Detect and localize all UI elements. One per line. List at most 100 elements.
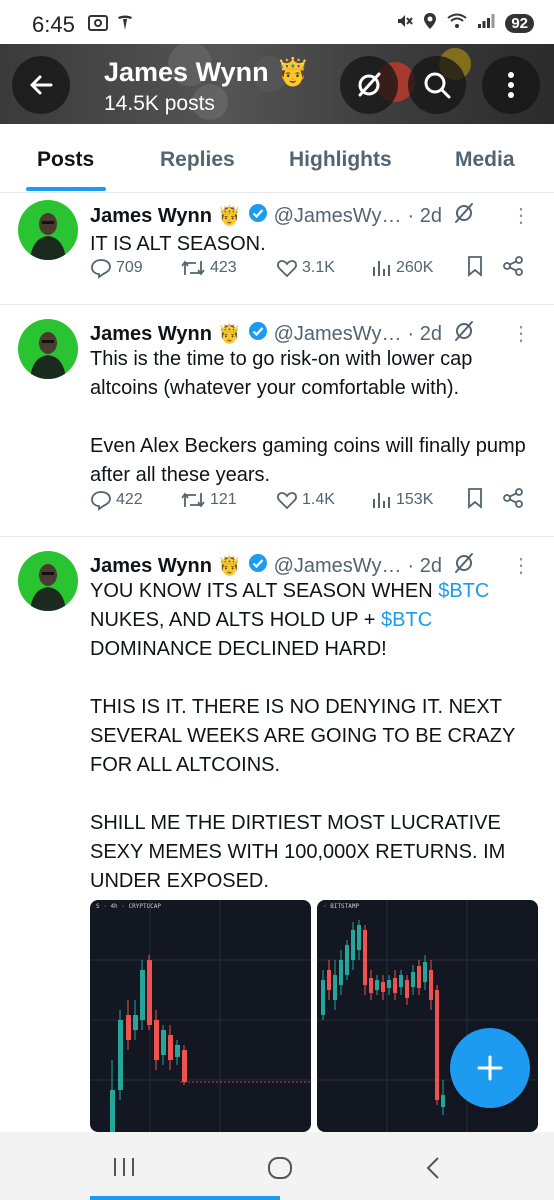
- post-paragraph: YOU KNOW ITS ALT SEASON WHEN $BTC NUKES,…: [90, 577, 528, 664]
- like-count: 3.1K: [302, 259, 335, 276]
- reply-count: 709: [116, 259, 143, 276]
- post-paragraph: IT IS ALT SEASON.: [90, 233, 266, 255]
- post-time: · 2d: [407, 322, 442, 345]
- repost-icon: [181, 492, 205, 508]
- reply-icon: [91, 491, 111, 511]
- avatar[interactable]: [18, 319, 78, 379]
- tab-media[interactable]: Media: [455, 148, 515, 172]
- post-count: 14.5K posts: [104, 92, 215, 115]
- profile-tabs: Posts Replies Highlights Media: [0, 124, 554, 193]
- tab-highlights[interactable]: Highlights: [289, 148, 392, 172]
- like-button[interactable]: 1.4K: [276, 489, 335, 511]
- verified-badge-icon: [248, 321, 268, 347]
- post-handle[interactable]: @JamesWy…: [274, 323, 402, 346]
- text-run: NUKES, AND ALTS HOLD UP +: [90, 609, 382, 631]
- post-paragraph: This is the time to go risk-on with lowe…: [90, 348, 473, 399]
- avatar[interactable]: [18, 551, 78, 611]
- like-count: 1.4K: [302, 491, 335, 508]
- search-button[interactable]: [408, 56, 466, 114]
- crown-emoji-icon: 🤴: [276, 57, 310, 87]
- repost-count: 121: [210, 491, 237, 508]
- post-handle[interactable]: @JamesWy…: [274, 555, 402, 578]
- share-button[interactable]: [502, 487, 524, 514]
- bookmark-button[interactable]: [465, 487, 485, 514]
- post-text: IT IS ALT SEASON.: [90, 230, 530, 259]
- views-button[interactable]: 153K: [370, 489, 433, 511]
- battery-level: 92: [505, 14, 534, 33]
- more-vertical-icon: [508, 72, 514, 98]
- views-button[interactable]: 260K: [370, 257, 433, 279]
- verified-badge-icon: [248, 553, 268, 579]
- recent-apps-button[interactable]: [112, 1156, 136, 1183]
- repost-icon: [181, 260, 205, 276]
- share-icon: [503, 487, 523, 508]
- recent-apps-icon: [114, 1158, 134, 1176]
- home-button[interactable]: [267, 1156, 293, 1185]
- android-nav-bar: [0, 1132, 554, 1200]
- avatar[interactable]: [18, 200, 78, 260]
- share-icon: [503, 255, 523, 276]
- repost-button[interactable]: 423: [180, 257, 237, 279]
- post-author-name[interactable]: James Wynn: [90, 555, 212, 578]
- mute-icon: [395, 12, 414, 35]
- status-time: 6:45: [32, 12, 75, 37]
- views-chart-icon: [373, 261, 390, 276]
- signal-icon: [477, 13, 495, 34]
- screenshot-icon: [88, 14, 108, 37]
- grok-icon[interactable]: [452, 201, 476, 231]
- bookmark-icon: [468, 487, 482, 509]
- post-time: · 2d: [407, 554, 442, 577]
- back-button[interactable]: [12, 56, 70, 114]
- profile-name-text: James Wynn: [104, 57, 269, 87]
- verified-badge-icon: [248, 203, 268, 229]
- view-count: 153K: [396, 491, 434, 508]
- arrow-left-icon: [30, 75, 53, 95]
- post-paragraph: Even Alex Beckers gaming coins will fina…: [90, 435, 526, 486]
- views-chart-icon: [373, 493, 390, 508]
- text-run: YOU KNOW ITS ALT SEASON WHEN: [90, 580, 439, 602]
- post-text: This is the time to go risk-on with lowe…: [90, 345, 530, 490]
- chevron-left-icon: [426, 1157, 439, 1179]
- heart-icon: [277, 260, 297, 278]
- reply-icon: [91, 259, 111, 279]
- grok-button[interactable]: [340, 56, 398, 114]
- text-run: DOMINANCE DECLINED HARD!: [90, 638, 387, 660]
- back-nav-button[interactable]: [425, 1156, 441, 1185]
- post-author-name[interactable]: James Wynn: [90, 205, 212, 228]
- post-time: · 2d: [407, 204, 442, 227]
- more-options-button[interactable]: [482, 56, 540, 114]
- post-menu-icon[interactable]: ⋮: [511, 203, 531, 228]
- location-icon: [423, 12, 437, 35]
- tab-replies[interactable]: Replies: [160, 148, 235, 172]
- crown-emoji-icon: 🤴: [217, 324, 242, 345]
- post-handle[interactable]: @JamesWy…: [274, 205, 402, 228]
- post-menu-icon[interactable]: ⋮: [511, 321, 531, 346]
- post-2[interactable]: James Wynn 🤴 @JamesWy… · 2d ⋮ This is th…: [0, 305, 554, 537]
- reply-count: 422: [116, 491, 143, 508]
- compose-post-button[interactable]: [450, 1028, 530, 1108]
- reply-button[interactable]: 709: [90, 257, 143, 279]
- cashtag-link[interactable]: $BTC: [381, 609, 432, 631]
- active-tab-indicator: [26, 187, 106, 191]
- cashtag-link[interactable]: $BTC: [438, 580, 489, 602]
- like-button[interactable]: 3.1K: [276, 257, 335, 279]
- post-menu-icon[interactable]: ⋮: [511, 553, 531, 578]
- reply-button[interactable]: 422: [90, 489, 143, 511]
- post-paragraph: SHILL ME THE DIRTIEST MOST LUCRATIVE SEX…: [90, 812, 506, 892]
- status-bar: 6:45 92: [0, 0, 554, 44]
- bookmark-icon: [468, 255, 482, 277]
- tab-posts[interactable]: Posts: [37, 148, 94, 172]
- bookmark-button[interactable]: [465, 255, 485, 282]
- post-1[interactable]: James Wynn 🤴 @JamesWy… · 2d ⋮ IT IS ALT …: [0, 193, 554, 305]
- plus-icon: [477, 1055, 503, 1081]
- view-count: 260K: [396, 259, 434, 276]
- home-indicator: [90, 1196, 280, 1200]
- share-button[interactable]: [502, 255, 524, 282]
- tesla-icon: [116, 14, 134, 37]
- repost-button[interactable]: 121: [180, 489, 237, 511]
- media-image-1[interactable]: S · 4h · CRYPTOCAP: [90, 900, 311, 1132]
- grok-icon: [358, 72, 381, 97]
- home-circle-icon: [268, 1157, 292, 1179]
- post-author-name[interactable]: James Wynn: [90, 323, 212, 346]
- crown-emoji-icon: 🤴: [217, 206, 242, 227]
